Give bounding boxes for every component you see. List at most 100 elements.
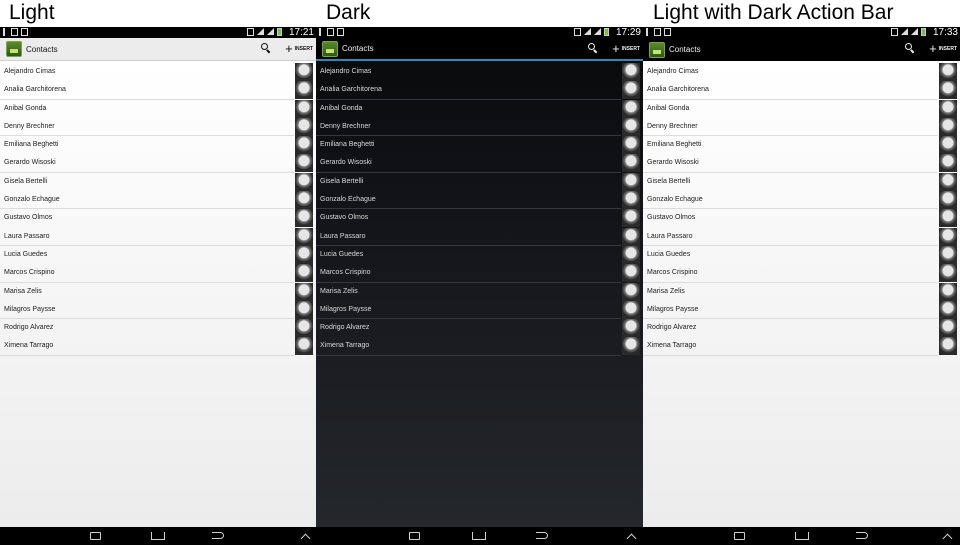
contact-row[interactable]: Emiliana Beghetti: [643, 136, 960, 155]
contact-row[interactable]: Denny Brechner: [0, 117, 316, 137]
contact-avatar[interactable]: [939, 264, 957, 283]
contact-row[interactable]: Rodrigo Alvarez: [316, 319, 643, 338]
contact-avatar[interactable]: [622, 337, 640, 356]
contact-row[interactable]: Milagros Paysse: [316, 300, 643, 320]
contact-avatar[interactable]: [295, 154, 313, 173]
contact-row[interactable]: Gonzalo Echague: [643, 191, 960, 210]
contact-avatar[interactable]: [622, 99, 640, 118]
contact-avatar[interactable]: [622, 81, 640, 100]
contact-avatar[interactable]: [295, 172, 313, 191]
contact-row[interactable]: Gerardo Wisoski: [643, 154, 960, 173]
contact-avatar[interactable]: [622, 245, 640, 264]
contact-row[interactable]: Denny Brechner: [643, 117, 960, 137]
back-icon[interactable]: [536, 532, 548, 539]
contact-avatar[interactable]: [939, 245, 957, 264]
contact-avatar[interactable]: [939, 282, 957, 301]
contact-avatar[interactable]: [295, 117, 313, 136]
contact-row[interactable]: Marisa Zelis: [643, 282, 960, 301]
contact-avatar[interactable]: [295, 337, 313, 356]
contact-row[interactable]: Alejandro Cimas: [643, 63, 960, 81]
contact-avatar[interactable]: [622, 136, 640, 155]
contact-row[interactable]: Anibal Gonda: [643, 99, 960, 118]
insert-button[interactable]: + INSERT: [285, 42, 313, 55]
contact-avatar[interactable]: [939, 172, 957, 191]
contact-row[interactable]: Denny Brechner: [316, 117, 643, 137]
app-icon[interactable]: [322, 40, 338, 57]
contact-row[interactable]: Gerardo Wisoski: [0, 154, 316, 173]
contact-avatar[interactable]: [622, 319, 640, 338]
contact-row[interactable]: Marisa Zelis: [316, 282, 643, 301]
contact-row[interactable]: Lucia Guedes: [316, 245, 643, 264]
contact-avatar[interactable]: [939, 209, 957, 228]
contact-avatar[interactable]: [939, 99, 957, 118]
contact-row[interactable]: Gonzalo Echague: [316, 191, 643, 210]
contact-avatar[interactable]: [622, 264, 640, 283]
contact-avatar[interactable]: [939, 300, 957, 319]
contact-row[interactable]: Alejandro Cimas: [316, 63, 643, 81]
contact-row[interactable]: Laura Passaro: [316, 227, 643, 246]
contact-avatar[interactable]: [622, 154, 640, 173]
contact-row[interactable]: Milagros Paysse: [0, 300, 316, 320]
contact-avatar[interactable]: [622, 282, 640, 301]
contact-avatar[interactable]: [295, 245, 313, 264]
chevron-up-icon[interactable]: [626, 533, 637, 544]
home-icon[interactable]: [151, 532, 165, 540]
contact-avatar[interactable]: [295, 81, 313, 100]
contact-avatar[interactable]: [295, 227, 313, 246]
contact-row[interactable]: Ximena Tarrago: [0, 337, 316, 356]
contact-row[interactable]: Analia Garchitorena: [643, 81, 960, 100]
contact-row[interactable]: Emiliana Beghetti: [316, 136, 643, 155]
contact-row[interactable]: Gisela Bertelli: [0, 172, 316, 191]
contact-avatar[interactable]: [939, 337, 957, 356]
contact-row[interactable]: Gustavo Olmos: [0, 209, 316, 228]
search-icon[interactable]: [905, 43, 916, 55]
contact-avatar[interactable]: [295, 264, 313, 283]
home-icon[interactable]: [795, 532, 809, 540]
recent-apps-icon[interactable]: [90, 532, 101, 540]
contact-avatar[interactable]: [622, 191, 640, 210]
contact-row[interactable]: Emiliana Beghetti: [0, 136, 316, 155]
contact-avatar[interactable]: [295, 209, 313, 228]
contact-row[interactable]: Marisa Zelis: [0, 282, 316, 301]
contact-avatar[interactable]: [295, 99, 313, 118]
contact-row[interactable]: Laura Passaro: [0, 227, 316, 246]
contact-row[interactable]: Ximena Tarrago: [316, 337, 643, 356]
contact-row[interactable]: Lucia Guedes: [0, 245, 316, 264]
contact-avatar[interactable]: [295, 282, 313, 301]
contact-avatar[interactable]: [295, 319, 313, 338]
contact-avatar[interactable]: [295, 136, 313, 155]
contact-row[interactable]: Marcos Crispino: [0, 264, 316, 283]
contact-row[interactable]: Anibal Gonda: [316, 99, 643, 118]
contact-avatar[interactable]: [939, 117, 957, 136]
contact-row[interactable]: Marcos Crispino: [316, 264, 643, 283]
contact-avatar[interactable]: [622, 172, 640, 191]
contact-avatar[interactable]: [622, 117, 640, 136]
contact-row[interactable]: Analia Garchitorena: [316, 81, 643, 100]
contact-row[interactable]: Analia Garchitorena: [0, 81, 316, 100]
back-icon[interactable]: [856, 532, 868, 539]
contact-avatar[interactable]: [622, 63, 640, 81]
search-icon[interactable]: [588, 43, 599, 55]
contact-avatar[interactable]: [622, 209, 640, 228]
contact-avatar[interactable]: [295, 191, 313, 210]
insert-button[interactable]: + INSERT: [612, 42, 640, 55]
app-icon[interactable]: [649, 41, 665, 58]
contact-row[interactable]: Marcos Crispino: [643, 264, 960, 283]
contact-avatar[interactable]: [939, 154, 957, 173]
contact-row[interactable]: Gustavo Olmos: [316, 209, 643, 228]
contact-row[interactable]: Ximena Tarrago: [643, 337, 960, 356]
contact-row[interactable]: Anibal Gonda: [0, 99, 316, 118]
contact-avatar[interactable]: [939, 227, 957, 246]
recent-apps-icon[interactable]: [409, 532, 420, 540]
contact-row[interactable]: Alejandro Cimas: [0, 63, 316, 81]
contact-avatar[interactable]: [622, 300, 640, 319]
home-icon[interactable]: [472, 532, 486, 540]
back-icon[interactable]: [212, 532, 224, 539]
contact-avatar[interactable]: [295, 63, 313, 81]
contact-avatar[interactable]: [939, 136, 957, 155]
contact-row[interactable]: Gustavo Olmos: [643, 209, 960, 228]
chevron-up-icon[interactable]: [942, 533, 953, 544]
contact-avatar[interactable]: [939, 63, 957, 81]
contact-avatar[interactable]: [295, 300, 313, 319]
insert-button[interactable]: + INSERT: [929, 42, 957, 55]
